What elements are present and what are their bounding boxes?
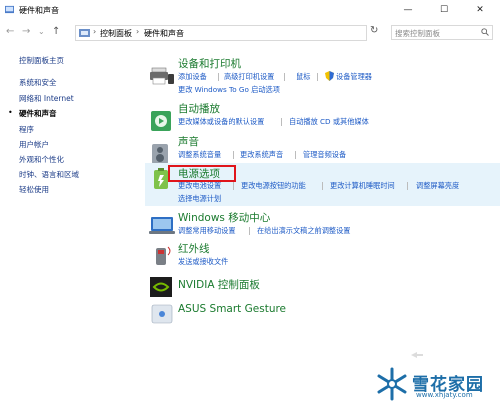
close-button[interactable]: ✕ [462,0,498,20]
shield-icon [325,71,334,81]
breadcrumb-separator: › [136,27,140,36]
printer-icon [150,67,174,85]
title-bar: 硬件和声音 — ☐ ✕ [0,0,500,20]
section-title-infrared[interactable]: 红外线 [178,241,210,256]
link-autoplay-cd[interactable]: 自动播放 CD 或其他媒体 [289,117,369,127]
link-send-receive-files[interactable]: 发送或接收文件 [178,257,228,267]
section-nvidia: NVIDIA 控制面板 [145,275,500,299]
minimize-button[interactable]: — [390,0,426,20]
address-bar-row: ← → ⌄ ↑ › 控制面板 › 硬件和声音 ⌄ ↻ 搜索控制面板 [0,20,500,44]
section-title-devices-printers[interactable]: 设备和打印机 [178,56,241,71]
search-icon [481,28,489,36]
highlight-annotation-box [168,165,236,182]
link-battery-settings[interactable]: 更改电池设置 [178,181,221,191]
link-power-button[interactable]: 更改电源按钮的功能 [241,181,306,191]
link-audio-devices[interactable]: 管理音频设备 [303,150,346,160]
section-title-sound[interactable]: 声音 [178,134,199,149]
link-add-device[interactable]: 添加设备 [178,72,207,82]
active-bullet-icon: • [8,108,13,117]
mouse-cursor-icon [411,352,423,358]
search-placeholder: 搜索控制面板 [395,29,440,38]
section-asus-smart-gesture: ASUS Smart Gesture [145,301,500,325]
sidebar-item-hardware-sound[interactable]: 硬件和声音 [19,108,57,119]
link-mouse[interactable]: 鼠标 [296,72,310,82]
mobility-center-icon [149,217,175,234]
breadcrumb-separator: › [93,27,97,36]
forward-arrow-icon[interactable]: → [22,26,30,37]
link-power-plan[interactable]: 选择电源计划 [178,194,221,204]
link-divider [295,151,296,159]
link-divider [249,227,250,235]
link-divider [233,182,234,190]
sidebar-item-network[interactable]: 网络和 Internet [19,93,74,104]
link-screen-brightness[interactable]: 调整屏幕亮度 [416,181,459,191]
window-title: 硬件和声音 [19,6,59,15]
infrared-icon [156,246,171,265]
link-media-default[interactable]: 更改媒体或设备的默认设置 [178,117,264,127]
link-divider [407,182,408,190]
link-windows-to-go[interactable]: 更改 Windows To Go 启动选项 [178,85,280,95]
link-system-sounds[interactable]: 更改系统声音 [240,150,283,160]
sidebar-item-ease-of-access[interactable]: 轻松使用 [19,184,49,195]
link-mobility-settings[interactable]: 调整常用移动设置 [178,226,236,236]
link-sleep-time[interactable]: 更改计算机睡眠时间 [330,181,395,191]
touchpad-icon [151,304,173,324]
sidebar-item-clock-region[interactable]: 时钟、语言和区域 [19,169,79,180]
link-divider [284,73,285,81]
link-advanced-printer[interactable]: 高级打印机设置 [224,72,274,82]
link-system-volume[interactable]: 调整系统音量 [178,150,221,160]
sidebar-item-home[interactable]: 控制面板主页 [19,55,64,66]
recent-dropdown-icon[interactable]: ⌄ [38,27,45,36]
sidebar-item-appearance[interactable]: 外观和个性化 [19,154,64,165]
search-input[interactable]: 搜索控制面板 [391,25,493,40]
address-field[interactable]: › 控制面板 › 硬件和声音 ⌄ [75,25,440,41]
sidebar-item-programs[interactable]: 程序 [19,124,34,135]
link-divider [317,73,318,81]
up-arrow-icon[interactable]: ↑ [52,26,60,37]
maximize-button[interactable]: ☐ [426,0,462,20]
back-arrow-icon[interactable]: ← [6,26,14,37]
link-divider [218,73,219,81]
control-panel-icon [79,29,90,37]
link-device-manager[interactable]: 设备管理器 [336,72,372,82]
section-devices-printers: 设备和打印机 添加设备 高级打印机设置 鼠标 设备管理器 更改 Windows … [145,56,500,102]
link-divider [281,118,282,126]
link-divider [322,182,323,190]
section-title-autoplay[interactable]: 自动播放 [178,101,220,116]
breadcrumb-hardware-sound[interactable]: 硬件和声音 [144,28,184,39]
link-presentation-settings[interactable]: 在给出演示文稿之前调整设置 [257,226,350,236]
refresh-icon[interactable]: ↻ [370,25,378,36]
nvidia-icon [150,277,172,297]
section-title-mobility-center[interactable]: Windows 移动中心 [178,210,270,225]
sidebar-item-user-accounts[interactable]: 用户帐户 [19,139,49,150]
control-panel-app-icon [5,5,14,14]
section-title-asus-smart-gesture[interactable]: ASUS Smart Gesture [178,303,286,315]
breadcrumb-control-panel[interactable]: 控制面板 [100,28,132,39]
section-title-nvidia[interactable]: NVIDIA 控制面板 [178,277,260,292]
link-divider [233,151,234,159]
snowflake-logo-icon [377,367,407,401]
sidebar-item-system-security[interactable]: 系统和安全 [19,77,57,88]
autoplay-icon [151,111,171,131]
watermark-url: www.xhjaty.com [416,391,473,399]
